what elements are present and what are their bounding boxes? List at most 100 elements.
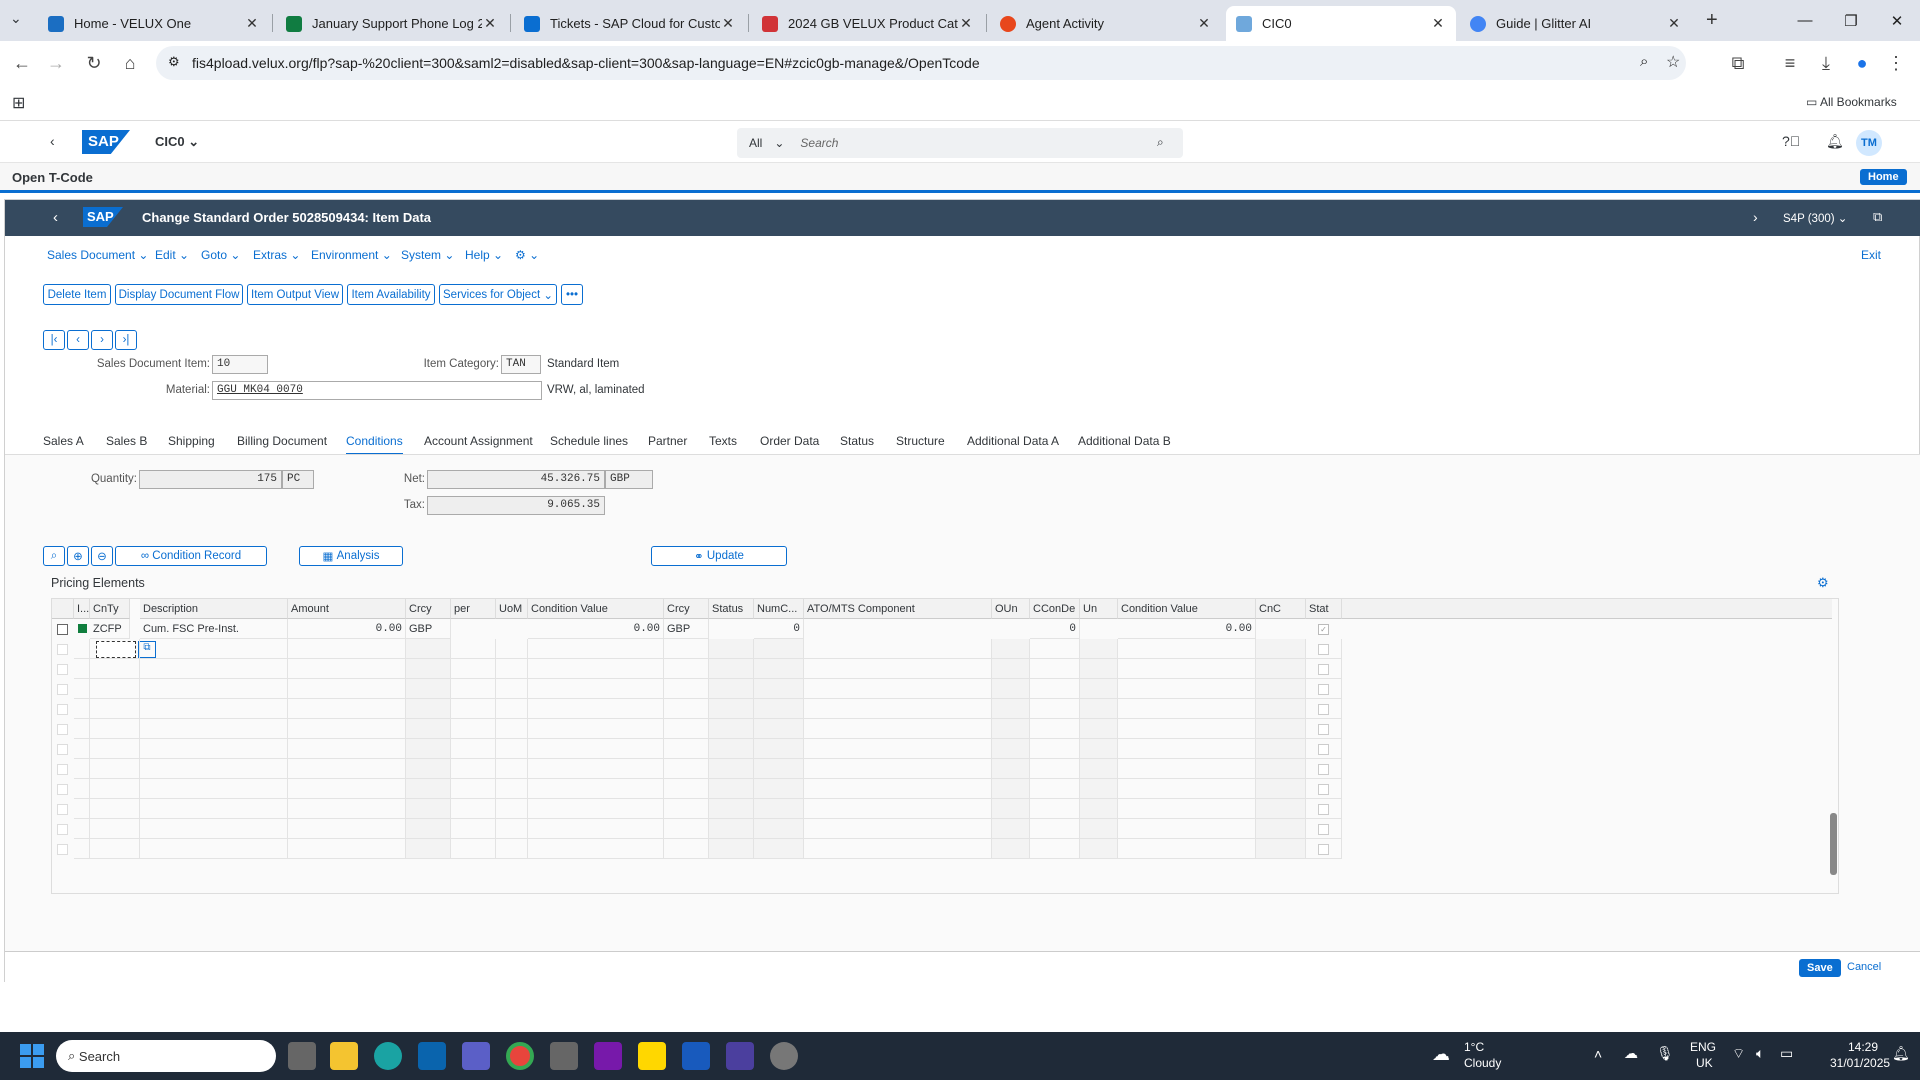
table-cell[interactable] bbox=[1256, 679, 1306, 699]
close-icon[interactable]: ✕ bbox=[1430, 15, 1446, 32]
table-cell[interactable] bbox=[406, 699, 451, 719]
table-cell[interactable] bbox=[992, 699, 1030, 719]
table-cell[interactable] bbox=[496, 839, 528, 859]
table-cell[interactable] bbox=[804, 839, 992, 859]
table-cell[interactable] bbox=[709, 839, 754, 859]
table-cell[interactable] bbox=[1256, 639, 1306, 659]
table-cell[interactable] bbox=[1256, 659, 1306, 679]
tray-chevron-icon[interactable]: ˄ bbox=[1594, 1046, 1602, 1062]
forward-icon[interactable]: → bbox=[42, 49, 70, 77]
category-field[interactable]: TAN bbox=[501, 355, 541, 374]
app-title[interactable]: CIC0 ⌄ bbox=[155, 134, 199, 150]
row-select-checkbox[interactable] bbox=[57, 764, 68, 775]
microphone-icon[interactable]: 🎙︎ bbox=[1656, 1045, 1674, 1062]
onenote-icon[interactable] bbox=[594, 1042, 622, 1070]
tab-additional-data-a[interactable]: Additional Data A bbox=[967, 434, 1059, 448]
system-selector[interactable]: S4P (300) ⌄ bbox=[1783, 211, 1847, 225]
table-cell[interactable] bbox=[804, 719, 992, 739]
services-for-object-button[interactable]: Services for Object ⌄ bbox=[439, 284, 557, 305]
tab-search-icon[interactable]: ⌄ bbox=[10, 10, 22, 27]
table-cell[interactable] bbox=[992, 779, 1030, 799]
table-cell[interactable] bbox=[406, 639, 451, 659]
col-header[interactable]: Condition Value bbox=[528, 599, 664, 619]
table-cell[interactable] bbox=[74, 699, 90, 719]
table-cell[interactable] bbox=[496, 779, 528, 799]
table-cell[interactable] bbox=[992, 739, 1030, 759]
table-cell[interactable] bbox=[140, 699, 288, 719]
tab-glitter[interactable]: Guide | Glitter AI ✕ bbox=[1460, 6, 1692, 41]
table-cell[interactable] bbox=[406, 799, 451, 819]
table-row[interactable] bbox=[52, 799, 1342, 819]
table-cell[interactable] bbox=[664, 639, 709, 659]
table-cell[interactable] bbox=[709, 779, 754, 799]
table-cell[interactable] bbox=[451, 719, 496, 739]
table-cell[interactable] bbox=[1118, 839, 1256, 859]
menu-environment[interactable]: Environment ⌄ bbox=[311, 248, 392, 262]
col-header[interactable]: UoM bbox=[496, 599, 528, 619]
col-header[interactable]: Description bbox=[140, 599, 288, 619]
table-cell[interactable] bbox=[1118, 659, 1256, 679]
weather-temp[interactable]: 1°C bbox=[1464, 1040, 1484, 1054]
table-cell[interactable] bbox=[992, 799, 1030, 819]
table-cell[interactable] bbox=[804, 779, 992, 799]
close-icon[interactable]: ✕ bbox=[720, 15, 736, 32]
table-cell[interactable] bbox=[992, 759, 1030, 779]
windows-start-icon[interactable] bbox=[20, 1044, 44, 1068]
table-cell[interactable] bbox=[1080, 759, 1118, 779]
menu-extras[interactable]: Extras ⌄ bbox=[253, 248, 300, 262]
table-cell[interactable] bbox=[664, 759, 709, 779]
table-cell[interactable] bbox=[90, 679, 140, 699]
analysis-button[interactable]: ▦ Analysis bbox=[299, 546, 403, 566]
table-cell[interactable] bbox=[664, 719, 709, 739]
row-select-checkbox[interactable] bbox=[57, 704, 68, 715]
tab-additional-data-b[interactable]: Additional Data B bbox=[1078, 434, 1171, 448]
table-cell[interactable] bbox=[1256, 819, 1306, 839]
search-icon[interactable]: ⌕ bbox=[1157, 135, 1164, 150]
table-cell[interactable] bbox=[74, 639, 90, 659]
gui-back-icon[interactable]: ‹ bbox=[53, 209, 58, 226]
table-row[interactable] bbox=[52, 679, 1342, 699]
table-cell[interactable] bbox=[74, 759, 90, 779]
table-cell[interactable] bbox=[754, 719, 804, 739]
table-cell[interactable] bbox=[804, 819, 992, 839]
table-cell[interactable] bbox=[1030, 679, 1080, 699]
home-icon[interactable]: ⌂ bbox=[116, 49, 144, 77]
sap-logo[interactable]: SAP bbox=[82, 130, 130, 154]
table-cell[interactable] bbox=[528, 839, 664, 859]
col-header[interactable]: ATO/MTS Component bbox=[804, 599, 992, 619]
table-cell[interactable] bbox=[90, 839, 140, 859]
table-cell[interactable] bbox=[74, 719, 90, 739]
table-cell[interactable] bbox=[664, 699, 709, 719]
table-cell[interactable] bbox=[709, 759, 754, 779]
help-icon[interactable]: ?⃝ bbox=[1782, 133, 1800, 149]
calculator-icon[interactable] bbox=[550, 1042, 578, 1070]
table-cell[interactable] bbox=[406, 779, 451, 799]
table-cell[interactable] bbox=[140, 759, 288, 779]
material-field[interactable]: GGU MK04 0070 bbox=[212, 381, 542, 400]
col-header[interactable]: Status bbox=[709, 599, 754, 619]
zoom-icon[interactable]: ⌕ bbox=[1640, 53, 1648, 70]
tab-conditions[interactable]: Conditions bbox=[346, 434, 403, 455]
close-icon[interactable]: ✕ bbox=[482, 15, 498, 32]
table-cell[interactable] bbox=[1030, 839, 1080, 859]
table-cell[interactable] bbox=[709, 639, 754, 659]
col-header[interactable]: NumC... bbox=[754, 599, 804, 619]
table-cell[interactable] bbox=[451, 659, 496, 679]
table-cell[interactable] bbox=[406, 839, 451, 859]
table-cell[interactable] bbox=[992, 659, 1030, 679]
table-cell[interactable] bbox=[406, 719, 451, 739]
update-button[interactable]: ⚭ Update bbox=[651, 546, 787, 566]
table-cell[interactable] bbox=[90, 639, 140, 659]
weather-text[interactable]: Cloudy bbox=[1464, 1056, 1501, 1070]
table-cell[interactable] bbox=[1030, 639, 1080, 659]
table-cell[interactable] bbox=[1118, 639, 1256, 659]
sticky-notes-icon[interactable] bbox=[638, 1042, 666, 1070]
close-icon[interactable]: ✕ bbox=[958, 15, 974, 32]
table-cell[interactable] bbox=[90, 659, 140, 679]
task-view-icon[interactable] bbox=[288, 1042, 316, 1070]
col-header[interactable]: CnTy bbox=[90, 599, 130, 619]
table-cell[interactable] bbox=[992, 719, 1030, 739]
table-cell[interactable] bbox=[496, 759, 528, 779]
table-cell[interactable] bbox=[1256, 759, 1306, 779]
col-header[interactable]: CnC bbox=[1256, 599, 1306, 619]
